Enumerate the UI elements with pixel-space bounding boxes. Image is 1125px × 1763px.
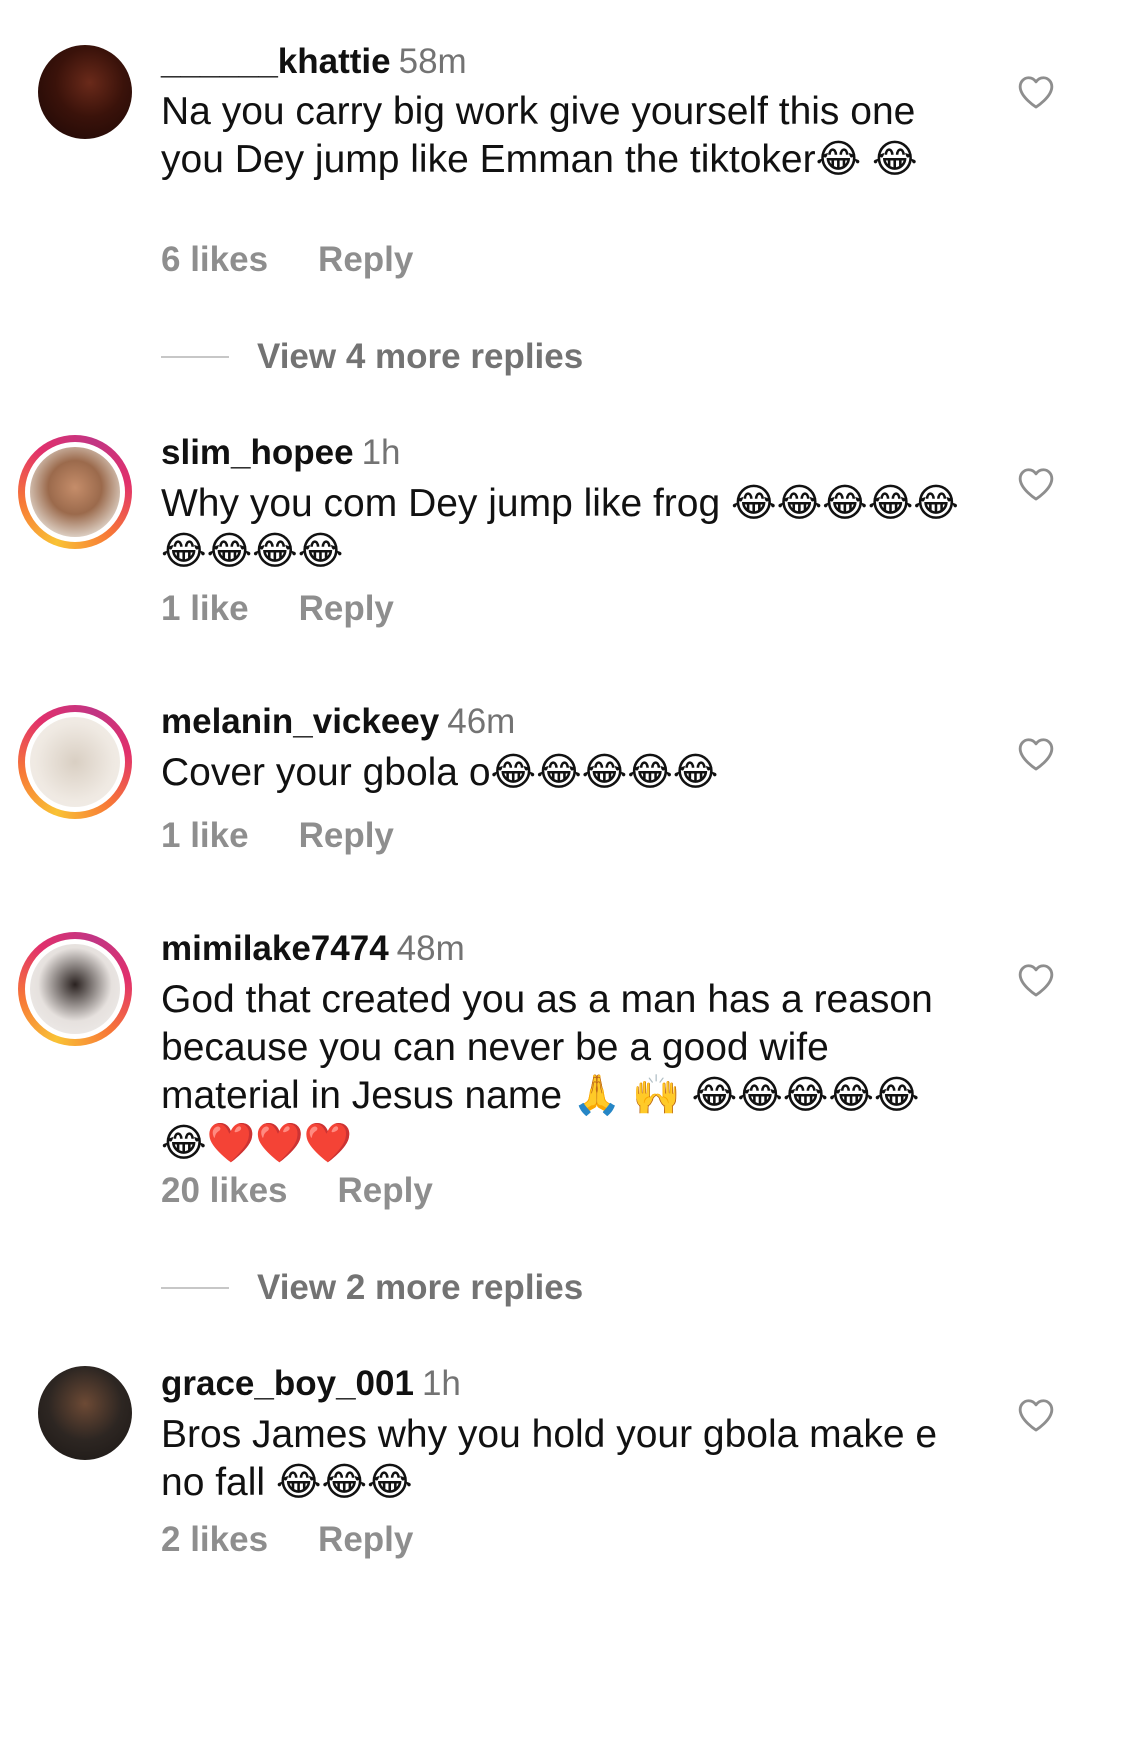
heart-outline-icon[interactable] — [1017, 74, 1055, 110]
comment-text: God that created you as a man has a reas… — [161, 978, 933, 1165]
comment-text: Cover your gbola o😂😂😂😂😂 — [161, 751, 719, 794]
likes-count[interactable]: 1 like — [161, 816, 249, 855]
view-more-label[interactable]: View 2 more replies — [257, 1268, 583, 1307]
avatar-image — [25, 712, 125, 812]
likes-count[interactable]: 1 like — [161, 589, 249, 628]
likes-count[interactable]: 20 likes — [161, 1171, 288, 1210]
comment-time: 48m — [396, 929, 465, 968]
view-more-replies[interactable]: View 4 more replies — [161, 337, 583, 377]
heart-outline-icon[interactable] — [1017, 962, 1055, 998]
avatar[interactable] — [38, 1366, 132, 1460]
comment-time: 58m — [398, 42, 467, 81]
reply-button[interactable]: Reply — [318, 1520, 413, 1559]
comment-meta: ______khattie 58m — [161, 42, 467, 82]
comment-username[interactable]: ______khattie — [161, 42, 391, 81]
view-more-label[interactable]: View 4 more replies — [257, 337, 583, 376]
comment-meta: melanin_vickeey 46m — [161, 702, 515, 742]
comment-meta: mimilake7474 48m — [161, 929, 465, 969]
avatar[interactable] — [18, 435, 132, 549]
avatar-image — [38, 45, 132, 139]
avatar[interactable] — [18, 932, 132, 1046]
likes-count[interactable]: 6 likes — [161, 240, 268, 279]
reply-button[interactable]: Reply — [299, 589, 394, 628]
heart-outline-icon[interactable] — [1017, 736, 1055, 772]
reply-button[interactable]: Reply — [299, 816, 394, 855]
comment-actions: 20 likes Reply — [161, 1171, 433, 1211]
likes-count[interactable]: 2 likes — [161, 1520, 268, 1559]
view-more-replies[interactable]: View 2 more replies — [161, 1268, 583, 1308]
comment-actions: 1 like Reply — [161, 589, 394, 629]
heart-outline-icon[interactable] — [1017, 466, 1055, 502]
comment-text: Why you com Dey jump like frog 😂😂😂😂😂😂😂😂😂 — [161, 482, 959, 573]
avatar[interactable] — [38, 45, 132, 139]
comment-username[interactable]: slim_hopee — [161, 433, 354, 472]
comment-text: Na you carry big work give yourself this… — [161, 90, 918, 181]
comment-actions: 2 likes Reply — [161, 1520, 413, 1560]
avatar-image — [38, 1366, 132, 1460]
comment-username[interactable]: mimilake7474 — [161, 929, 389, 968]
comment-text: Bros James why you hold your gbola make … — [161, 1413, 938, 1504]
avatar-image — [25, 442, 125, 542]
comment-time: 46m — [447, 702, 516, 741]
comment-meta: slim_hopee 1h — [161, 433, 401, 473]
comment-meta: grace_boy_001 1h — [161, 1364, 461, 1404]
avatar[interactable] — [18, 705, 132, 819]
view-more-divider — [161, 1287, 229, 1289]
comment-time: 1h — [421, 1364, 461, 1403]
heart-outline-icon[interactable] — [1017, 1397, 1055, 1433]
comment-username[interactable]: grace_boy_001 — [161, 1364, 414, 1403]
reply-button[interactable]: Reply — [338, 1171, 433, 1210]
reply-button[interactable]: Reply — [318, 240, 413, 279]
comment-username[interactable]: melanin_vickeey — [161, 702, 439, 741]
comment-actions: 1 like Reply — [161, 816, 394, 856]
comment-actions: 6 likes Reply — [161, 240, 413, 280]
comment-time: 1h — [361, 433, 401, 472]
avatar-image — [25, 939, 125, 1039]
view-more-divider — [161, 356, 229, 358]
